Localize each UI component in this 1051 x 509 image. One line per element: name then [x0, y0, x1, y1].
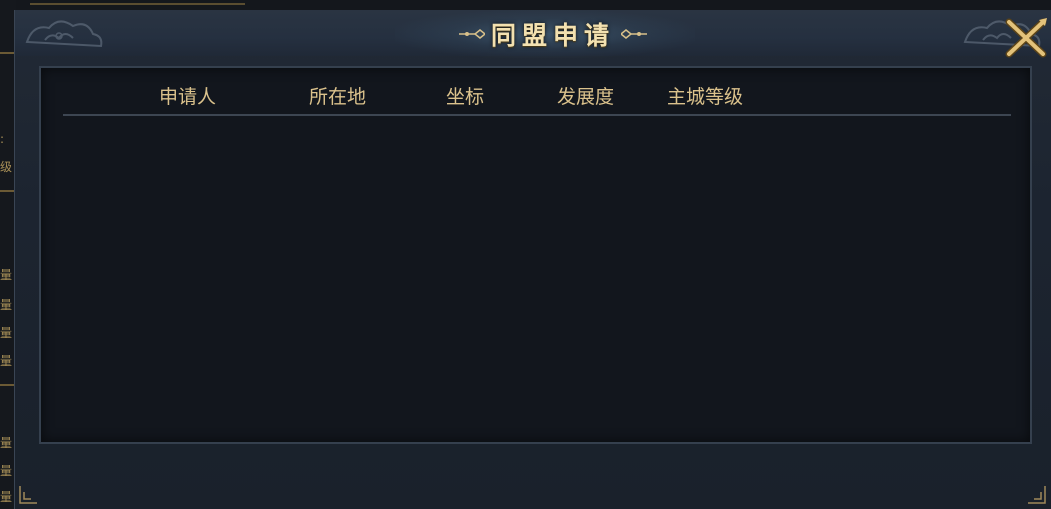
- cloud-ornament-icon: [25, 20, 103, 48]
- background-glyph: 量: [0, 464, 12, 478]
- dialog-title-text: 同盟申请: [490, 21, 615, 50]
- background-glyph: 量: [0, 326, 12, 340]
- background-divider: [0, 190, 14, 192]
- dialog-title: 同盟申请: [458, 16, 648, 52]
- column-header-location: 所在地: [309, 86, 367, 108]
- background-glyph: 级: [0, 160, 12, 174]
- table-header-divider: [63, 114, 1011, 116]
- background-divider: [0, 52, 14, 54]
- background-top-line: [30, 3, 245, 5]
- background-glyph: :: [0, 132, 5, 146]
- title-right-ornament-icon: [621, 29, 647, 39]
- corner-bracket-icon: [19, 486, 37, 504]
- game-screen: : 级 量 量 量 量 量 量 量 同盟申请 申请人 所在地 坐标 发展度 主城…: [0, 0, 1051, 509]
- title-left-ornament-icon: [458, 29, 485, 39]
- column-header-applicant: 申请人: [159, 86, 217, 108]
- close-icon[interactable]: [1003, 16, 1049, 60]
- column-header-development: 发展度: [557, 86, 615, 108]
- dialog-header: 同盟申请: [15, 10, 1051, 58]
- alliance-application-dialog: 同盟申请 申请人 所在地 坐标 发展度 主城等级: [14, 10, 1051, 509]
- column-header-coordinates: 坐标: [446, 86, 485, 108]
- background-glyph: 量: [0, 436, 12, 450]
- column-header-main-city-level: 主城等级: [667, 86, 744, 108]
- corner-bracket-icon: [1028, 486, 1046, 504]
- background-glyph: 量: [0, 354, 12, 368]
- background-top-strip: [0, 0, 1051, 10]
- background-divider: [0, 384, 14, 386]
- background-glyph: 量: [0, 268, 12, 282]
- background-glyph: 量: [0, 298, 12, 312]
- application-list-panel: 申请人 所在地 坐标 发展度 主城等级: [39, 66, 1032, 444]
- background-glyph: 量: [0, 490, 12, 504]
